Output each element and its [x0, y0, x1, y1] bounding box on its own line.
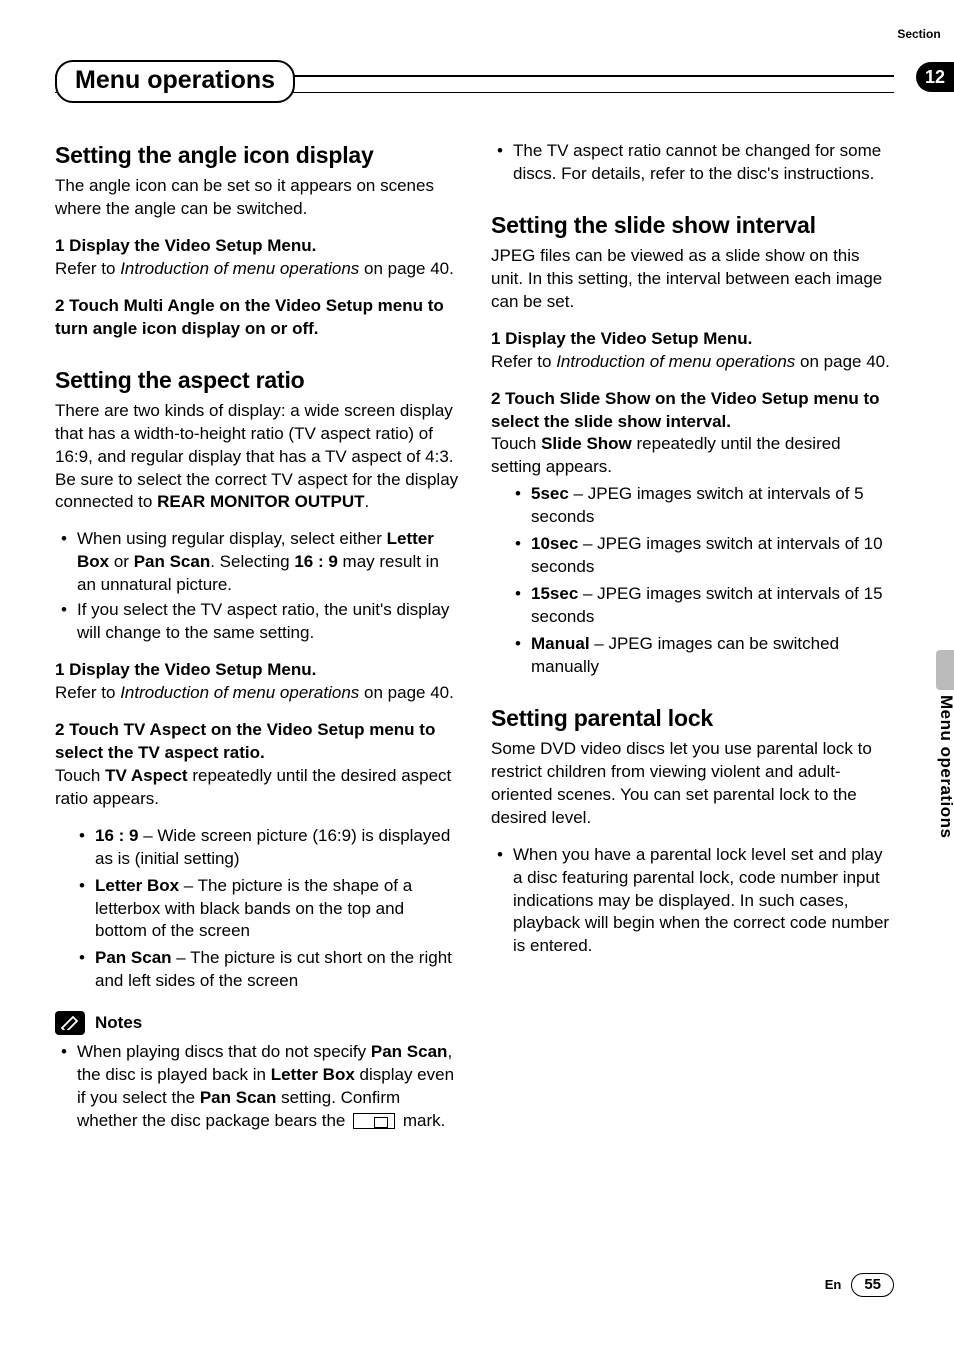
angle-step2-head: 2 Touch Multi Angle on the Video Setup m…: [55, 296, 444, 338]
page-title-bar: Menu operations: [55, 60, 894, 103]
aspect-opt-2: Letter Box – The picture is the shape of…: [55, 875, 459, 944]
so2t: – JPEG images switch at intervals of 10 …: [531, 534, 883, 576]
slide-opt-3: 15sec – JPEG images switch at intervals …: [491, 583, 895, 629]
angle-step1-head: 1 Display the Video Setup Menu.: [55, 236, 316, 255]
o1t: – Wide screen picture (16:9) is displaye…: [95, 826, 450, 868]
as2bold: TV Aspect: [105, 766, 188, 785]
n1b1: Pan Scan: [371, 1042, 448, 1061]
ab1a: When using regular display, select eithe…: [77, 529, 387, 548]
heading-angle: Setting the angle icon display: [55, 140, 459, 171]
slide-opt-4: Manual – JPEG images can be switched man…: [491, 633, 895, 679]
right-column: The TV aspect ratio cannot be changed fo…: [491, 140, 895, 1147]
page-title: Menu operations: [55, 60, 295, 103]
footer-lang: En: [825, 1276, 842, 1294]
aspect-step2: 2 Touch TV Aspect on the Video Setup men…: [55, 719, 459, 811]
ab1c: . Selecting: [210, 552, 294, 571]
aspect-intro-bold: REAR MONITOR OUTPUT: [157, 492, 364, 511]
slide-s1-head: 1 Display the Video Setup Menu.: [491, 329, 752, 348]
notes-header: Notes: [55, 1011, 459, 1035]
side-tab: Menu operations: [926, 650, 954, 860]
so4b: Manual: [531, 634, 590, 653]
slide-step2: 2 Touch Slide Show on the Video Setup me…: [491, 388, 895, 480]
slide-s2-head: 2 Touch Slide Show on the Video Setup me…: [491, 389, 880, 431]
slide-opt-2: 10sec – JPEG images switch at intervals …: [491, 533, 895, 579]
heading-parental: Setting parental lock: [491, 703, 895, 734]
angle-step1-b: on page 40.: [359, 259, 454, 278]
slide-step1: 1 Display the Video Setup Menu. Refer to…: [491, 328, 895, 374]
n1e: mark.: [398, 1111, 445, 1130]
as1ref: Introduction of menu operations: [120, 683, 359, 702]
aspect-bullet-1: When using regular display, select eithe…: [55, 528, 459, 597]
angle-step2: 2 Touch Multi Angle on the Video Setup m…: [55, 295, 459, 341]
heading-slide: Setting the slide show interval: [491, 210, 895, 241]
so2b: 10sec: [531, 534, 578, 553]
n1a: When playing discs that do not specify: [77, 1042, 371, 1061]
angle-step1-ref: Introduction of menu operations: [120, 259, 359, 278]
angle-step1-a: Refer to: [55, 259, 120, 278]
ab1b2: Pan Scan: [134, 552, 211, 571]
aspect-opt-1: 16 : 9 – Wide screen picture (16:9) is d…: [55, 825, 459, 871]
slide-opt-1: 5sec – JPEG images switch at intervals o…: [491, 483, 895, 529]
o3b: Pan Scan: [95, 948, 172, 967]
aspect-bullet-2: If you select the TV aspect ratio, the u…: [55, 599, 459, 645]
so1b: 5sec: [531, 484, 569, 503]
ab1b3: 16 : 9: [294, 552, 337, 571]
mark-icon: [353, 1113, 395, 1129]
ss2bold: Slide Show: [541, 434, 632, 453]
as1a: Refer to: [55, 683, 120, 702]
ss2a: Touch: [491, 434, 541, 453]
note-1: When playing discs that do not specify P…: [55, 1041, 459, 1133]
aspect-opt-3: Pan Scan – The picture is cut short on t…: [55, 947, 459, 993]
tv-aspect-note: The TV aspect ratio cannot be changed fo…: [491, 140, 895, 186]
aspect-intro-end: .: [365, 492, 370, 511]
slide-intro: JPEG files can be viewed as a slide show…: [491, 245, 895, 314]
section-label: Section: [884, 26, 954, 42]
n1b2: Letter Box: [271, 1065, 355, 1084]
aspect-intro: There are two kinds of display: a wide s…: [55, 400, 459, 515]
parental-bullet-1: When you have a parental lock level set …: [491, 844, 895, 959]
as1b: on page 40.: [359, 683, 454, 702]
aspect-s1-head: 1 Display the Video Setup Menu.: [55, 660, 316, 679]
o2b: Letter Box: [95, 876, 179, 895]
aspect-step1: 1 Display the Video Setup Menu. Refer to…: [55, 659, 459, 705]
so1t: – JPEG images switch at intervals of 5 s…: [531, 484, 864, 526]
angle-intro: The angle icon can be set so it appears …: [55, 175, 459, 221]
so3b: 15sec: [531, 584, 578, 603]
side-tab-marker: [936, 650, 954, 690]
side-tab-label: Menu operations: [934, 695, 954, 839]
angle-step1: 1 Display the Video Setup Menu. Refer to…: [55, 235, 459, 281]
heading-aspect: Setting the aspect ratio: [55, 365, 459, 396]
o1b: 16 : 9: [95, 826, 138, 845]
parental-intro: Some DVD video discs let you use parenta…: [491, 738, 895, 830]
so3t: – JPEG images switch at intervals of 15 …: [531, 584, 883, 626]
ss1ref: Introduction of menu operations: [556, 352, 795, 371]
section-number-badge: 12: [916, 62, 954, 92]
aspect-s2-head: 2 Touch TV Aspect on the Video Setup men…: [55, 720, 435, 762]
pencil-icon: [55, 1011, 85, 1035]
as2a: Touch: [55, 766, 105, 785]
ab1b: or: [109, 552, 134, 571]
notes-title: Notes: [95, 1012, 142, 1035]
left-column: Setting the angle icon display The angle…: [55, 140, 459, 1147]
footer-page: 55: [851, 1273, 894, 1297]
ss1a: Refer to: [491, 352, 556, 371]
n1b3: Pan Scan: [200, 1088, 277, 1107]
ss1b: on page 40.: [795, 352, 890, 371]
